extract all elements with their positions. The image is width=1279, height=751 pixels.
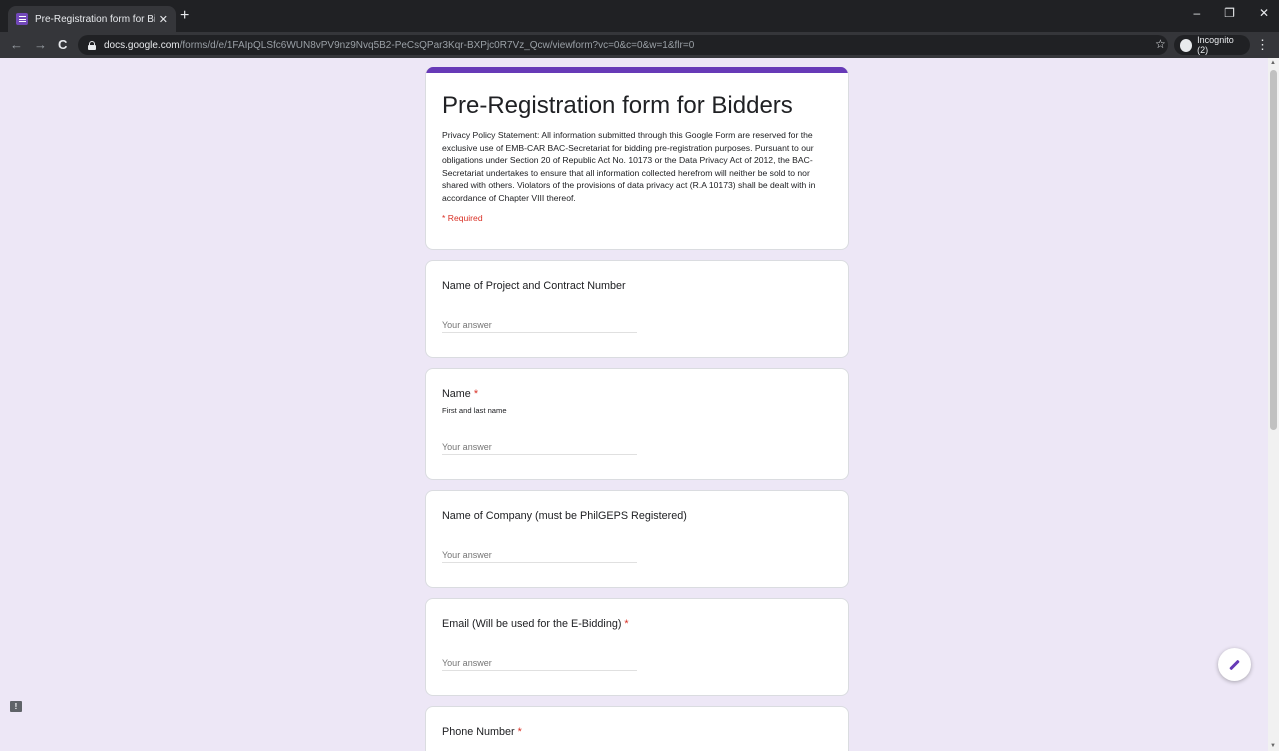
required-note: * Required [442,212,483,223]
form-description: Privacy Policy Statement: All informatio… [442,130,816,203]
forward-button[interactable]: → [34,37,47,53]
lock-icon[interactable] [88,40,96,50]
page-scrollbar[interactable]: ▲ ▼ [1268,58,1279,751]
question-card: Name * First and last name [425,368,849,480]
question-label: Phone Number * [442,726,522,738]
bookmark-star-icon[interactable]: ☆ [1155,37,1166,51]
form-page: Pre-Registration form for Bidders Privac… [0,58,1268,751]
question-card: Name of Company (must be PhilGEPS Regist… [425,490,849,588]
question-label: Email (Will be used for the E-Bidding) * [442,618,629,630]
answer-input[interactable] [442,547,637,563]
question-card: Email (Will be used for the E-Bidding) * [425,598,849,696]
incognito-icon [1180,38,1193,52]
incognito-profile-button[interactable]: Incognito (2) [1174,35,1250,55]
address-bar[interactable]: docs.google.com /forms/d/e/1FAIpQLSfc6WU… [78,35,1168,55]
required-asterisk: * [473,388,479,400]
form-header-card: Pre-Registration form for Bidders Privac… [425,67,849,250]
question-label: Name of Company (must be PhilGEPS Regist… [442,510,687,522]
question-label: Name of Project and Contract Number [442,280,626,292]
minimize-button[interactable]: – [1193,6,1200,20]
scroll-down-icon[interactable]: ▼ [1270,743,1276,749]
restore-button[interactable]: ❐ [1224,6,1235,20]
header-accent-bar [426,67,848,73]
browser-menu-icon[interactable]: ⋮ [1256,37,1269,53]
question-label: Name * [442,388,479,400]
back-button[interactable]: ← [10,37,23,53]
feedback-icon[interactable]: ! [10,701,22,712]
reload-button[interactable]: C [58,37,67,53]
required-asterisk: * [517,726,522,738]
window-controls: – ❐ ✕ [1193,6,1269,20]
question-card: Name of Project and Contract Number [425,260,849,358]
required-asterisk: * [624,618,629,630]
scroll-thumb[interactable] [1270,70,1277,430]
browser-toolbar: ← → C docs.google.com /forms/d/e/1FAIpQL… [0,32,1279,58]
pencil-icon [1229,659,1240,670]
new-tab-button[interactable]: + [180,8,189,24]
answer-input[interactable] [442,439,637,455]
question-help-text: First and last name [442,406,507,415]
url-path: /forms/d/e/1FAIpQLSfc6WUN8vPV9nz9Nvq5B2-… [179,39,695,51]
answer-input[interactable] [442,655,637,671]
edit-button[interactable] [1218,648,1251,681]
answer-input[interactable] [442,317,637,333]
url-host: docs.google.com [104,39,180,51]
form-title: Pre-Registration form for Bidders [442,92,793,119]
question-card: Phone Number * [425,706,849,751]
browser-tab[interactable]: Pre-Registration form for Bidders ✕ [8,6,176,32]
tab-close-icon[interactable]: ✕ [159,13,168,26]
incognito-label: Incognito (2) [1197,35,1234,55]
google-forms-icon [16,13,28,25]
tab-title: Pre-Registration form for Bidders [35,13,155,25]
close-window-button[interactable]: ✕ [1259,6,1269,20]
scroll-up-icon[interactable]: ▲ [1270,60,1276,66]
browser-tabbar: Pre-Registration form for Bidders ✕ + – … [0,0,1279,32]
